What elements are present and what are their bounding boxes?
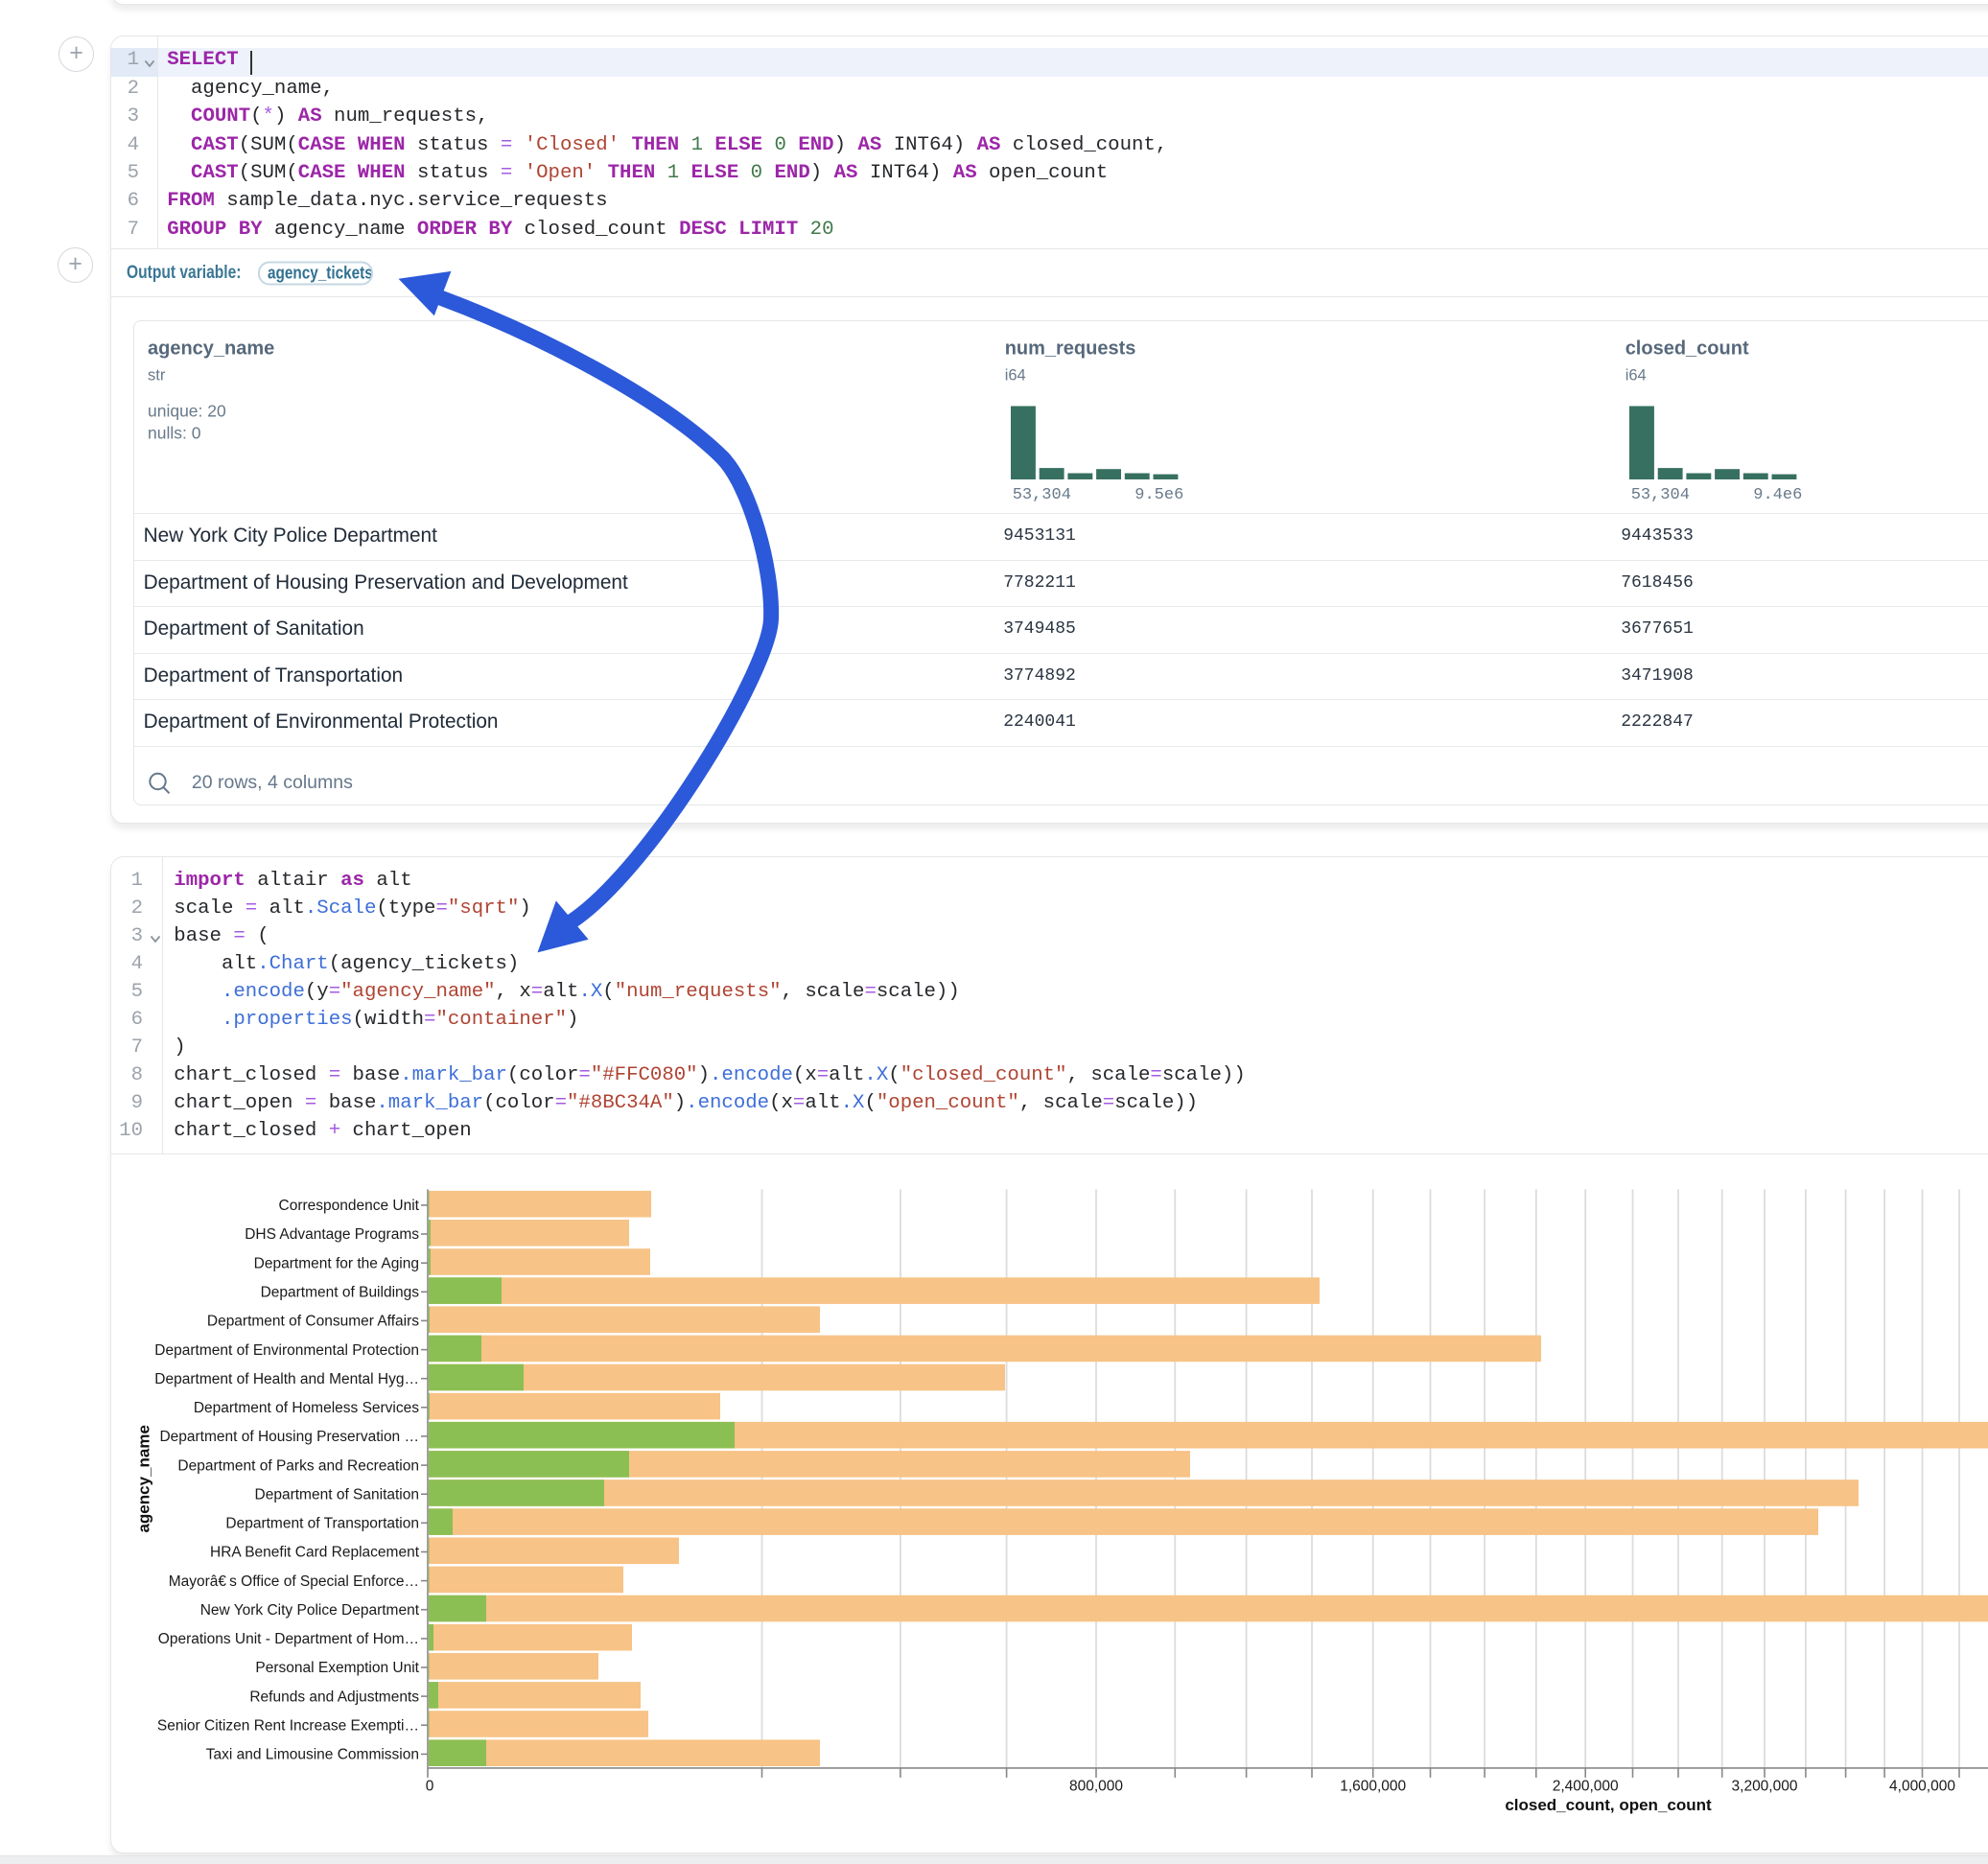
svg-text:Taxi and Limousine Commission: Taxi and Limousine Commission xyxy=(206,1746,419,1762)
svg-text:New York City Police Departmen: New York City Police Department xyxy=(200,1601,420,1618)
svg-text:Mayorâ€ s Office of Special En: Mayorâ€ s Office of Special Enforce… xyxy=(169,1573,419,1589)
svg-text:3,200,000: 3,200,000 xyxy=(1732,1778,1798,1794)
svg-text:1,600,000: 1,600,000 xyxy=(1340,1778,1406,1794)
svg-text:Department of Buildings: Department of Buildings xyxy=(261,1284,420,1300)
svg-text:Senior Citizen Rent Increase E: Senior Citizen Rent Increase Exempti… xyxy=(157,1717,419,1734)
svg-text:800,000: 800,000 xyxy=(1069,1778,1123,1794)
svg-text:Department of Health and Menta: Department of Health and Mental Hyg… xyxy=(154,1370,419,1386)
svg-text:2,400,000: 2,400,000 xyxy=(1553,1778,1619,1794)
svg-text:DHS Advantage Programs: DHS Advantage Programs xyxy=(245,1226,419,1243)
svg-text:Personal Exemption Unit: Personal Exemption Unit xyxy=(255,1660,419,1676)
svg-text:Department of Housing Preserva: Department of Housing Preservation … xyxy=(159,1429,419,1445)
svg-text:closed_count, open_count: closed_count, open_count xyxy=(1505,1795,1712,1813)
svg-text:Department of Consumer Affairs: Department of Consumer Affairs xyxy=(207,1313,419,1329)
svg-text:Department of Sanitation: Department of Sanitation xyxy=(255,1486,419,1503)
svg-text:4,000,000: 4,000,000 xyxy=(1889,1778,1955,1794)
svg-text:Department of Environmental Pr: Department of Environmental Protection xyxy=(154,1341,419,1358)
svg-text:Department of Transportation: Department of Transportation xyxy=(225,1515,419,1531)
svg-text:Department of Parks and Recrea: Department of Parks and Recreation xyxy=(177,1457,419,1474)
svg-text:Correspondence Unit: Correspondence Unit xyxy=(279,1198,420,1214)
svg-text:0: 0 xyxy=(426,1778,434,1794)
svg-text:Department of Homeless Service: Department of Homeless Services xyxy=(194,1400,419,1416)
svg-text:HRA Benefit Card Replacement: HRA Benefit Card Replacement xyxy=(210,1544,420,1560)
svg-text:agency_name: agency_name xyxy=(135,1425,153,1532)
svg-text:Department for the Aging: Department for the Aging xyxy=(254,1255,419,1271)
svg-text:Operations Unit - Department o: Operations Unit - Department of Hom… xyxy=(158,1631,419,1647)
svg-text:Refunds and Adjustments: Refunds and Adjustments xyxy=(249,1689,419,1705)
